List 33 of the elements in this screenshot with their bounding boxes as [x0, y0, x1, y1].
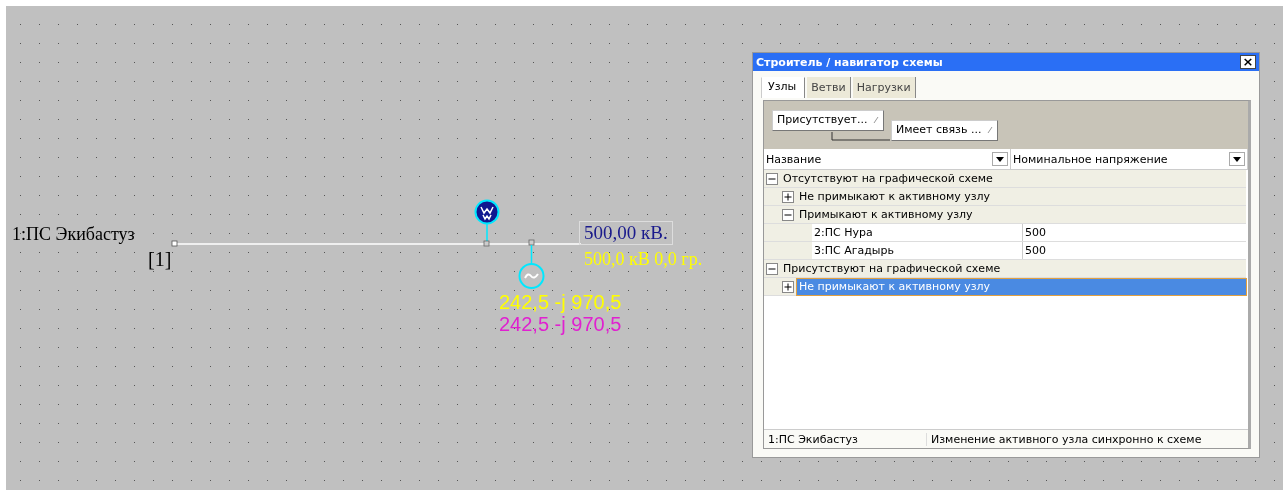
dropdown-icon[interactable]: [992, 152, 1008, 166]
tab[interactable]: Узлы: [761, 77, 806, 98]
generator-icon: [474, 199, 500, 247]
power-flow-label: 242,5 -j 970,5: [499, 313, 622, 335]
load-icon: [518, 239, 546, 291]
expand-toggle[interactable]: [782, 190, 794, 203]
sort-icon: [987, 125, 994, 134]
voltage-cell-text: 500: [1024, 225, 1046, 241]
expand-toggle[interactable]: [782, 208, 794, 221]
voltage-label: 500,00 кВ.: [579, 221, 673, 245]
node-label: 1:ПС Экибастуз: [12, 224, 135, 245]
voltage-cell-text: 500: [1024, 243, 1046, 259]
tab[interactable]: Ветви: [807, 77, 851, 98]
node-name-cell[interactable]: 2:ПС Нура: [812, 224, 1023, 241]
status-field: 1:ПС Экибастуз: [764, 432, 927, 446]
tab[interactable]: Нагрузки: [852, 77, 916, 98]
close-button[interactable]: ×: [1240, 55, 1256, 69]
status-message: Изменение активного узла синхронно к схеме: [930, 432, 1202, 446]
voltage-reading: 500,0 кВ 0,0 гр.: [584, 249, 703, 270]
column-header[interactable]: Номинальное напряжение: [1011, 149, 1248, 169]
group-by-chip[interactable]: Присутствует...: [772, 110, 885, 131]
window-title: Строитель / навигатор схемы: [756, 55, 943, 69]
dropdown-icon[interactable]: [1229, 152, 1245, 166]
power-flow-label: 242,5 -j 970,5: [499, 291, 622, 313]
node-number: [1]: [148, 248, 172, 271]
group-by-chip[interactable]: Имеет связь ...: [891, 120, 999, 141]
expand-toggle[interactable]: [782, 280, 794, 293]
connector-line: [831, 132, 891, 142]
sort-icon: [873, 115, 880, 124]
column-header[interactable]: Название: [764, 149, 1011, 169]
expand-toggle[interactable]: [766, 172, 778, 185]
expand-toggle[interactable]: [766, 262, 778, 275]
node-name-cell[interactable]: 3:ПС Агадырь: [812, 242, 1023, 259]
